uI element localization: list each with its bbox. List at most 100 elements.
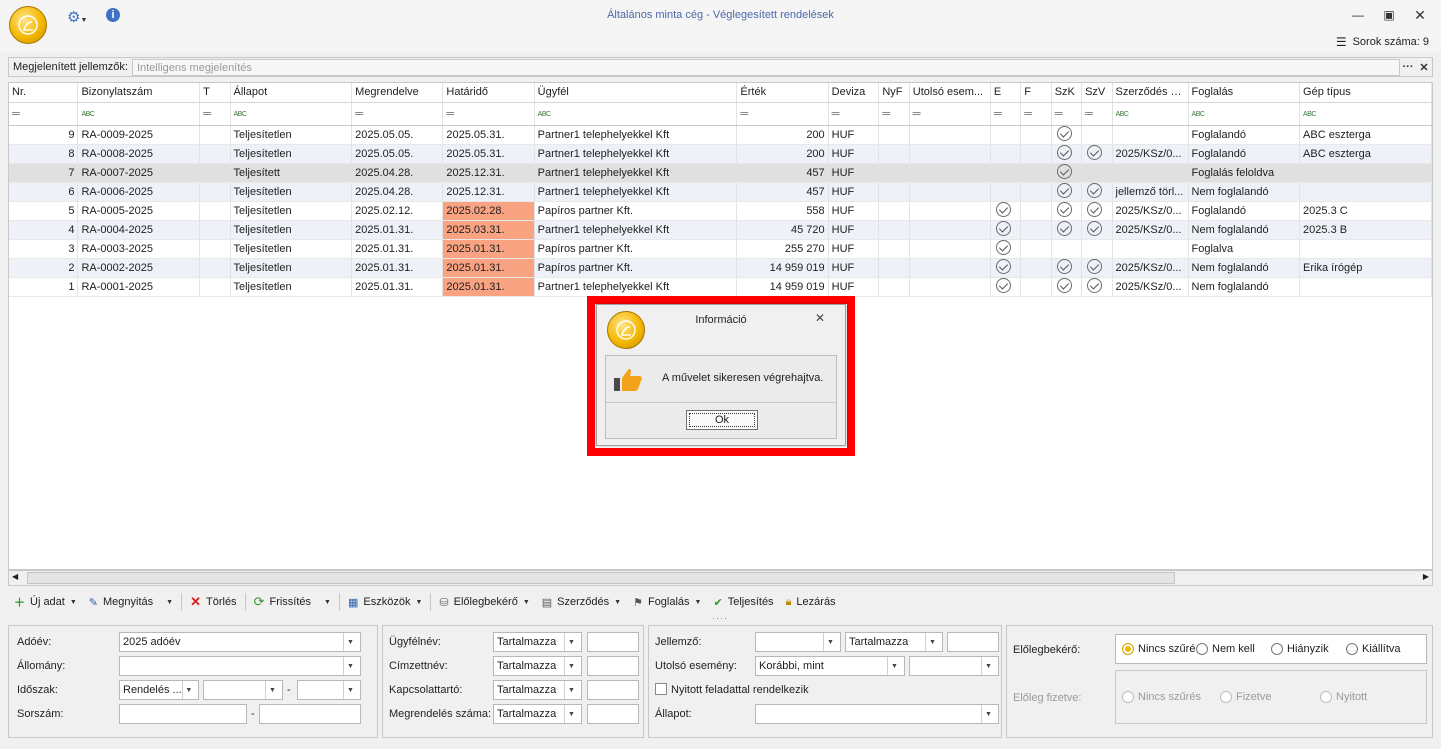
attribute-mode-select[interactable]: Tartalmazza ▼ xyxy=(845,632,943,652)
tools-button[interactable]: ▦ Eszközök ▼ xyxy=(342,591,428,613)
column-header[interactable]: SzV xyxy=(1081,83,1113,103)
radio-not-needed[interactable]: Nem kell xyxy=(1196,643,1255,655)
table-row[interactable]: 8 RA-0008-2025 Teljesítetlen 2025.05.05. 202… xyxy=(9,144,1432,164)
splitter-grip[interactable]: ···· xyxy=(712,613,728,623)
radio-missing[interactable]: Hiányzik xyxy=(1271,643,1329,655)
column-header[interactable]: Ügyfél xyxy=(534,83,738,103)
column-filter[interactable]: ═ xyxy=(909,102,991,126)
column-filter[interactable]: ABC xyxy=(1112,102,1189,126)
column-header[interactable]: Szerződés Nr. xyxy=(1112,83,1189,103)
maximize-button[interactable]: ▣ xyxy=(1378,6,1400,24)
contract-button[interactable]: ▤ Szerződés ▼ xyxy=(536,591,627,613)
recipient-input[interactable] xyxy=(587,656,639,676)
column-filter[interactable]: ═ xyxy=(351,102,444,126)
open-task-checkbox[interactable] xyxy=(655,683,667,695)
column-filter[interactable]: ABC xyxy=(1188,102,1301,126)
column-filter[interactable]: ABC xyxy=(534,102,738,126)
serial-from-input[interactable] xyxy=(119,704,247,724)
open-button[interactable]: ✎ Megnyitás ▼ xyxy=(83,591,179,613)
table-row[interactable]: 4 RA-0004-2025 Teljesítetlen 2025.01.31. 202… xyxy=(9,220,1432,240)
period-to-select[interactable]: ▼ xyxy=(297,680,361,700)
attribute-select[interactable]: ▼ xyxy=(755,632,841,652)
booking-button[interactable]: ⚑ Foglalás ▼ xyxy=(627,591,707,613)
serial-to-input[interactable] xyxy=(259,704,361,724)
column-header[interactable]: Deviza xyxy=(828,83,880,103)
features-input[interactable]: Intelligens megjelenítés xyxy=(131,58,1400,76)
column-header[interactable]: Érték xyxy=(736,83,829,103)
delete-button[interactable]: ✕ Törlés xyxy=(184,591,242,613)
advance-request-button[interactable]: ⛁ Előlegbekérő ▼ xyxy=(433,591,535,613)
radio-open[interactable]: Nyitott xyxy=(1320,691,1367,703)
fulfil-button[interactable]: ✔ Teljesítés xyxy=(707,591,779,613)
features-clear-button[interactable]: ✕ xyxy=(1416,61,1432,74)
close-record-button[interactable]: 🔒︎ Lezárás xyxy=(780,591,842,613)
period-type-select[interactable]: Rendelés ... ▼ xyxy=(119,680,199,700)
recipient-mode-select[interactable]: Tartalmazza ▼ xyxy=(493,656,582,676)
scroll-thumb[interactable] xyxy=(27,572,1175,584)
attribute-input[interactable] xyxy=(947,632,999,652)
status-select[interactable]: ▼ xyxy=(755,704,999,724)
new-button[interactable]: ＋ Új adat ▼ xyxy=(8,591,83,613)
column-filter[interactable]: ═ xyxy=(1020,102,1052,126)
column-filter[interactable]: ABC xyxy=(230,102,353,126)
refresh-button[interactable]: ⟳ Frissítés ▼ xyxy=(248,591,337,613)
table-row[interactable]: 3 RA-0003-2025 Teljesítetlen 2025.01.31. 202… xyxy=(9,239,1432,259)
column-filter[interactable]: ═ xyxy=(828,102,880,126)
scroll-left-icon[interactable]: ◀ xyxy=(12,572,18,581)
table-row[interactable]: 5 RA-0005-2025 Teljesítetlen 2025.02.12. 202… xyxy=(9,201,1432,221)
stock-select[interactable]: ▼ xyxy=(119,656,361,676)
dialog-close-button[interactable]: ✕ xyxy=(815,311,825,325)
order-number-input[interactable] xyxy=(587,704,639,724)
tax-year-select[interactable]: 2025 adóév ▼ xyxy=(119,632,361,652)
radio-paid[interactable]: Fizetve xyxy=(1220,691,1271,703)
contact-mode-select[interactable]: Tartalmazza ▼ xyxy=(493,680,582,700)
column-filter[interactable]: ═ xyxy=(990,102,1022,126)
last-event-date-select[interactable]: ▼ xyxy=(909,656,999,676)
minimize-button[interactable]: — xyxy=(1347,6,1369,24)
radio-no-filter[interactable]: Nincs szűrés xyxy=(1122,643,1196,655)
column-filter[interactable]: ═ xyxy=(9,102,79,126)
features-more-button[interactable]: ··· xyxy=(1400,61,1416,73)
column-filter[interactable]: ═ xyxy=(1051,102,1083,126)
radio-issued[interactable]: Kiállítva xyxy=(1346,643,1401,655)
table-cell xyxy=(199,277,231,297)
column-filter[interactable]: ═ xyxy=(1081,102,1113,126)
column-header[interactable]: Bizonylatszám xyxy=(77,83,201,103)
column-filter[interactable]: ABC xyxy=(77,102,201,126)
customer-input[interactable] xyxy=(587,632,639,652)
scroll-right-icon[interactable]: ▶ xyxy=(1423,572,1429,581)
close-button[interactable]: ✕ xyxy=(1409,6,1431,24)
period-from-select[interactable]: ▼ xyxy=(203,680,283,700)
last-event-mode-select[interactable]: Korábbi, mint ▼ xyxy=(755,656,905,676)
column-header[interactable]: T xyxy=(199,83,231,103)
column-filter[interactable]: ABC xyxy=(1299,102,1432,126)
column-filter[interactable]: ═ xyxy=(199,102,231,126)
horizontal-scrollbar[interactable]: ◀ ▶ xyxy=(8,570,1433,586)
table-row[interactable]: 2 RA-0002-2025 Teljesítetlen 2025.01.31. 202… xyxy=(9,258,1432,278)
ok-button[interactable]: Ok xyxy=(686,410,758,430)
column-header[interactable]: Gép típus xyxy=(1299,83,1432,103)
contact-input[interactable] xyxy=(587,680,639,700)
column-header[interactable]: Nr. xyxy=(9,83,79,103)
column-header[interactable]: Határidő xyxy=(442,83,535,103)
column-header[interactable]: E xyxy=(990,83,1022,103)
table-row[interactable]: 9 RA-0009-2025 Teljesítetlen 2025.05.05. 202… xyxy=(9,125,1432,145)
order-number-mode-select[interactable]: Tartalmazza ▼ xyxy=(493,704,582,724)
customer-mode-select[interactable]: Tartalmazza ▼ xyxy=(493,632,582,652)
column-filter[interactable]: ═ xyxy=(442,102,535,126)
column-header[interactable]: Állapot xyxy=(230,83,353,103)
table-row[interactable]: 6 RA-0006-2025 Teljesítetlen 2025.04.28. 202… xyxy=(9,182,1432,202)
column-header[interactable]: Megrendelve xyxy=(351,83,444,103)
column-filter[interactable]: ═ xyxy=(736,102,829,126)
column-filter[interactable]: ═ xyxy=(878,102,910,126)
table-row[interactable]: 7 RA-0007-2025 Teljesített 2025.04.28. 2025.… xyxy=(9,163,1432,183)
column-header[interactable]: Utolsó esem... xyxy=(909,83,991,103)
table-row[interactable]: 1 RA-0001-2025 Teljesítetlen 2025.01.31. 202… xyxy=(9,277,1432,297)
table-cell xyxy=(990,163,1022,183)
column-header[interactable]: NyF xyxy=(878,83,910,103)
radio-paid-no-filter[interactable]: Nincs szűrés xyxy=(1122,691,1201,703)
column-header[interactable]: F xyxy=(1020,83,1052,103)
column-header[interactable]: SzK xyxy=(1051,83,1083,103)
column-header[interactable]: Foglalás xyxy=(1188,83,1301,103)
equals-filter-icon: ═ xyxy=(355,107,363,120)
